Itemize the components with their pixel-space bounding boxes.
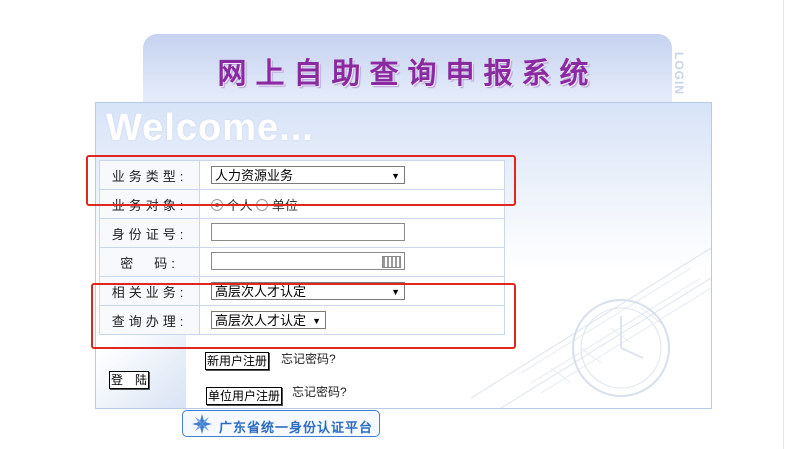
row-related-business: 相关业务: 高层次人才认定 ▼ <box>99 276 505 306</box>
query-handle-label: 查询办理: <box>99 305 200 335</box>
related-business-label: 相关业务: <box>99 276 200 306</box>
page-edge-line <box>783 0 784 449</box>
related-business-value: 高层次人才认定 <box>215 284 307 299</box>
radio-unit[interactable] <box>256 198 269 211</box>
forgot-password-link-2[interactable]: 忘记密码? <box>292 383 347 400</box>
row-password: 密 码: <box>99 247 505 277</box>
related-business-select[interactable]: 高层次人才认定 ▼ <box>211 282 405 300</box>
radio-person-label: 个人 <box>226 197 253 213</box>
row-id-number: 身份证号: <box>99 218 505 248</box>
auth-platform-button[interactable]: 广东省统一身份认证平台 <box>182 410 380 437</box>
auth-platform-label: 广东省统一身份认证平台 <box>219 420 374 435</box>
welcome-text: Welcome... <box>106 107 314 149</box>
login-button[interactable]: 登 陆 <box>109 371 150 389</box>
auth-logo-icon <box>192 414 212 434</box>
password-input[interactable] <box>211 251 405 270</box>
business-type-value: 人力资源业务 <box>215 168 294 183</box>
business-type-select[interactable]: 人力资源业务 ▼ <box>211 166 405 184</box>
radio-unit-label: 单位 <box>271 197 298 213</box>
forgot-password-link-1[interactable]: 忘记密码? <box>281 350 336 367</box>
chevron-down-icon: ▼ <box>391 171 400 181</box>
unit-user-register-button[interactable]: 单位用户注册 <box>206 387 283 405</box>
system-title: 网上自助查询申报系统 <box>217 56 598 90</box>
business-type-label: 业务类型: <box>99 160 200 190</box>
row-business-type: 业务类型: 人力资源业务 ▼ <box>99 160 505 190</box>
chevron-down-icon: ▼ <box>391 287 400 297</box>
header-banner: 网上自助查询申报系统 <box>143 34 672 104</box>
row-target: 业务对象: 个人 单位 <box>99 189 505 219</box>
id-number-label: 身份证号: <box>99 218 200 248</box>
login-form: 业务类型: 人力资源业务 ▼ 业务对象: 个人 单位 身份证号: 密 码: 相关… <box>99 160 505 335</box>
radio-person[interactable] <box>211 198 223 211</box>
keyboard-icon[interactable] <box>382 255 401 268</box>
query-handle-select[interactable]: 高层次人才认定 ▼ <box>211 311 326 329</box>
id-number-input[interactable] <box>211 222 405 241</box>
new-user-register-button[interactable]: 新用户注册 <box>205 352 270 370</box>
chevron-down-icon: ▼ <box>312 316 321 326</box>
row-query-handle: 查询办理: 高层次人才认定 ▼ <box>99 305 505 335</box>
query-handle-value: 高层次人才认定 <box>215 313 307 328</box>
target-label: 业务对象: <box>99 189 200 219</box>
password-label: 密 码: <box>99 247 200 277</box>
